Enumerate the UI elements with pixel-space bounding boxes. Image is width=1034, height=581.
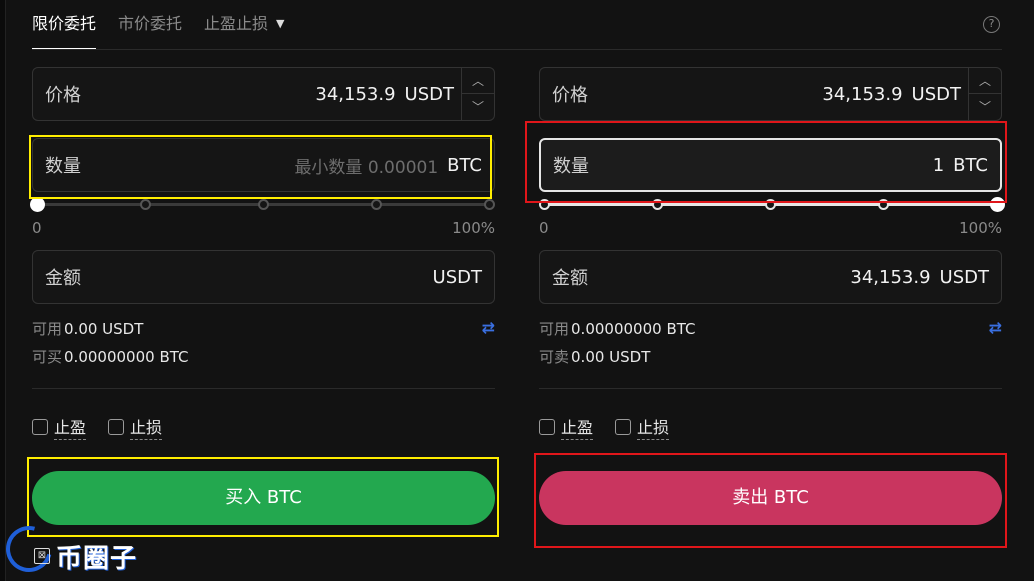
slider-step-75[interactable]: [371, 199, 382, 210]
price-unit: USDT: [911, 83, 961, 105]
available-label: 可用: [32, 320, 63, 338]
sell-quantity-field[interactable]: 数量 1 BTC: [539, 138, 1002, 192]
watermark-ring-icon: [0, 517, 61, 581]
slider-min-label: 0: [32, 219, 42, 237]
amount-label: 金额: [45, 268, 81, 289]
price-label: 价格: [45, 85, 81, 106]
slider-step-25[interactable]: [652, 199, 663, 210]
swap-arrows-icon[interactable]: ⇄: [482, 318, 495, 337]
stop-loss-label[interactable]: 止损: [130, 414, 163, 440]
buy-price-field[interactable]: 价格 34,153.9 USDT ︿ ﹀: [32, 67, 495, 121]
available-balance: 可用 0.00 USDT: [32, 318, 143, 339]
slider-max-label: 100%: [452, 219, 495, 237]
swap-arrows-icon[interactable]: ⇄: [989, 318, 1002, 337]
sell-price-field[interactable]: 价格 34,153.9 USDT ︿ ﹀: [539, 67, 1002, 121]
sell-amount-field[interactable]: 金额 34,153.9 USDT: [539, 250, 1002, 304]
max-buy-label: 可买: [32, 348, 63, 366]
price-stepper: ︿ ﹀: [968, 68, 1001, 120]
quantity-label: 数量: [553, 156, 589, 177]
slider-step-0[interactable]: [539, 199, 550, 210]
price-stepper: ︿ ﹀: [461, 68, 494, 120]
take-profit-checkbox[interactable]: [539, 419, 555, 435]
slider-step-75[interactable]: [878, 199, 889, 210]
tp-sl-options: 止盈 止损: [32, 414, 184, 440]
buy-quantity-slider[interactable]: [30, 197, 495, 212]
max-sell: 可卖 0.00 USDT: [539, 346, 650, 367]
max-sell-label: 可卖: [539, 348, 570, 366]
slider-min-label: 0: [539, 219, 549, 237]
max-buy-value: 0.00000000 BTC: [64, 348, 189, 366]
stop-loss-checkbox[interactable]: [615, 419, 632, 435]
slider-thumb[interactable]: [30, 197, 45, 212]
price-value: 34,153.9: [822, 83, 903, 105]
quantity-label: 数量: [45, 156, 81, 177]
buy-btc-button[interactable]: 买入 BTC: [32, 471, 495, 525]
section-divider: [539, 388, 1002, 389]
slider-step-50[interactable]: [765, 199, 776, 210]
stop-loss-label[interactable]: 止损: [637, 414, 670, 440]
stop-loss-checkbox[interactable]: [108, 419, 125, 435]
quantity-placeholder: 最小数量 0.00001: [294, 157, 439, 178]
price-label: 价格: [552, 85, 588, 106]
sell-panel: 价格 34,153.9 USDT ︿ ﹀ 数量 1 BTC 0 100% 金额 …: [539, 0, 1005, 581]
amount-label: 金额: [552, 268, 588, 289]
watermark-text: 币圈子: [56, 544, 138, 574]
sell-btc-button[interactable]: 卖出 BTC: [539, 471, 1002, 525]
chevron-up-icon[interactable]: ︿: [969, 68, 1001, 94]
available-value: 0.00000000 BTC: [571, 320, 696, 338]
buy-amount-field[interactable]: 金额 USDT: [32, 250, 495, 304]
max-buy: 可买 0.00000000 BTC: [32, 346, 189, 367]
amount-unit: USDT: [432, 266, 482, 288]
quantity-unit: BTC: [953, 154, 988, 176]
available-balance: 可用 0.00000000 BTC: [539, 318, 696, 339]
chevron-down-icon[interactable]: ﹀: [969, 94, 1001, 120]
chevron-up-icon[interactable]: ︿: [462, 68, 494, 94]
amount-unit: USDT: [939, 266, 989, 288]
slider-max-label: 100%: [959, 219, 1002, 237]
watermark-box-icon: ⊠: [34, 548, 50, 564]
quantity-unit: BTC: [447, 154, 482, 176]
quantity-value: 1: [932, 154, 945, 176]
amount-value: 34,153.9: [850, 266, 931, 288]
available-label: 可用: [539, 320, 570, 338]
available-value: 0.00 USDT: [64, 320, 144, 338]
slider-step-25[interactable]: [140, 199, 151, 210]
watermark-logo: ⊠ 币圈子: [0, 517, 156, 581]
sell-quantity-slider[interactable]: [539, 197, 1005, 212]
slider-thumb[interactable]: [990, 197, 1005, 212]
price-value: 34,153.9: [315, 83, 396, 105]
section-divider: [32, 388, 495, 389]
tp-sl-options: 止盈 止损: [539, 414, 691, 440]
max-sell-value: 0.00 USDT: [571, 348, 651, 366]
slider-step-100[interactable]: [484, 199, 495, 210]
price-unit: USDT: [404, 83, 454, 105]
left-edge: [0, 0, 6, 581]
slider-step-50[interactable]: [258, 199, 269, 210]
take-profit-label[interactable]: 止盈: [54, 414, 87, 440]
take-profit-checkbox[interactable]: [32, 419, 48, 435]
chevron-down-icon[interactable]: ﹀: [462, 94, 494, 120]
take-profit-label[interactable]: 止盈: [561, 414, 594, 440]
buy-panel: 价格 34,153.9 USDT ︿ ﹀ 数量 最小数量 0.00001 BTC…: [30, 0, 495, 581]
buy-quantity-field[interactable]: 数量 最小数量 0.00001 BTC: [32, 138, 495, 192]
